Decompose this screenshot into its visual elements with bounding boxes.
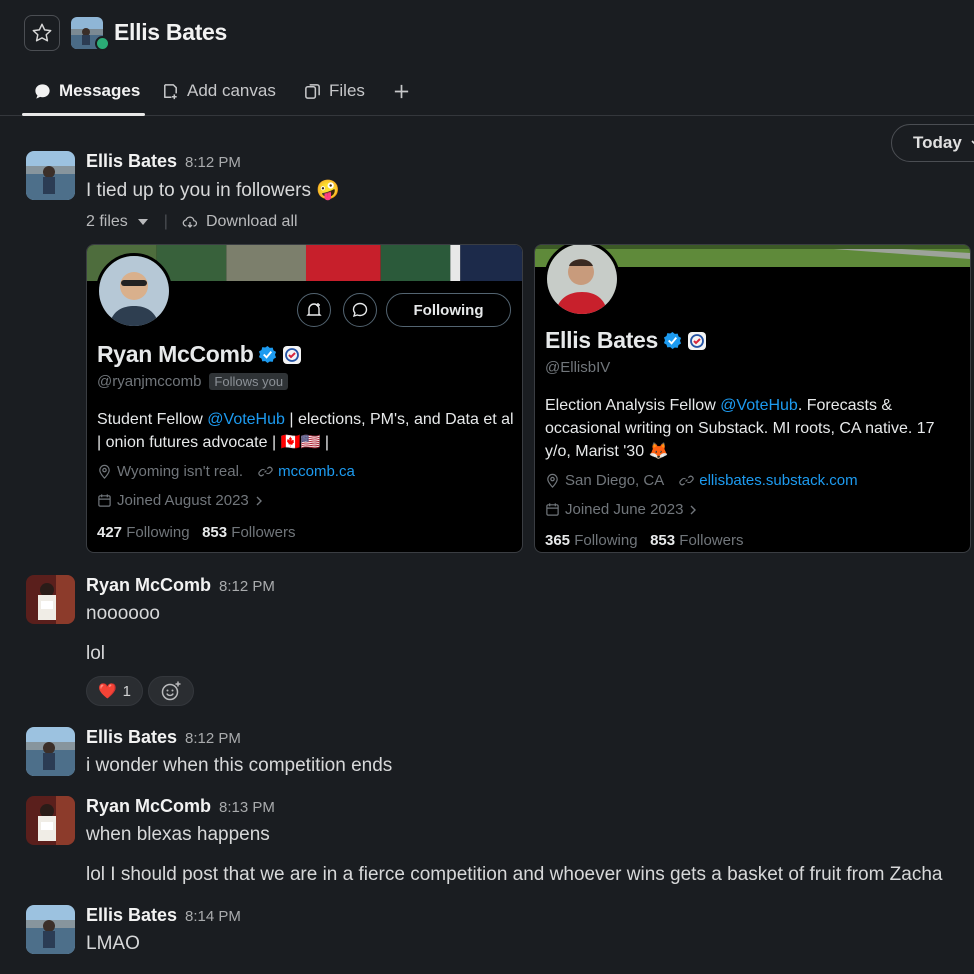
message-sender[interactable]: Ellis Bates 8:12 PM — [86, 727, 241, 748]
profile-location-row: San Diego, CA ellisbates.substack.com — [545, 472, 858, 489]
message-sender[interactable]: Ryan McComb 8:13 PM — [86, 796, 275, 817]
avatar[interactable] — [26, 575, 75, 624]
files-count[interactable]: 2 files — [86, 213, 128, 231]
profile-bio: Election Analysis Fellow @VoteHub. Forec… — [545, 397, 935, 460]
message-time[interactable]: 8:14 PM — [185, 908, 241, 925]
profile-bio: Student Fellow @VoteHub | elections, PM'… — [97, 411, 514, 451]
message-text: noooooo — [86, 603, 160, 624]
message-time[interactable]: 8:12 PM — [219, 578, 275, 595]
attachments-bar: 2 files | Download all — [86, 213, 298, 231]
profile-stats: 427 Following 853 Followers — [97, 524, 296, 541]
profile-screenshot-ellis[interactable]: Ellis Bates @EllisbIV Election Analysis … — [534, 244, 971, 553]
profile-avatar — [96, 253, 172, 329]
link-icon — [258, 466, 273, 477]
star-button[interactable] — [24, 15, 60, 51]
message-bubble-icon — [35, 83, 50, 99]
message-time[interactable]: 8:12 PM — [185, 154, 241, 171]
profile-handle: @ryanjmccomb Follows you — [97, 373, 289, 390]
profile-avatar — [544, 245, 620, 317]
add-tab-button[interactable] — [392, 78, 411, 104]
add-reaction-button[interactable] — [148, 676, 194, 706]
location-pin-icon — [547, 473, 558, 488]
tab-messages[interactable]: Messages — [33, 78, 140, 104]
profile-location-row: Wyoming isn't real. mccomb.ca — [97, 463, 355, 480]
chat-bubble-icon — [352, 302, 368, 318]
follows-you-badge: Follows you — [209, 373, 289, 390]
download-cloud-icon — [182, 216, 197, 228]
profile-joined-row: Joined August 2023 — [97, 492, 264, 509]
profile-website[interactable]: mccomb.ca — [278, 463, 355, 480]
message-text: when blexas happens — [86, 824, 270, 845]
date-divider-button[interactable]: Today — [891, 124, 974, 162]
message-button[interactable] — [343, 293, 377, 327]
profile-screenshot-ryan[interactable]: Following Ryan McComb @ryanjmccomb Follo… — [86, 244, 523, 553]
tab-files[interactable]: Files — [303, 78, 365, 104]
avatar[interactable] — [26, 905, 75, 954]
tab-add-canvas[interactable]: Add canvas — [161, 78, 276, 104]
message-text: LMAO — [86, 933, 140, 954]
profile-name: Ryan McComb — [97, 341, 302, 368]
profile-name: Ellis Bates — [545, 327, 707, 354]
message-sender[interactable]: Ellis Bates 8:12 PM — [86, 151, 241, 172]
files-icon — [305, 83, 320, 99]
subscribe-button[interactable] — [297, 293, 331, 327]
canvas-icon — [164, 83, 177, 99]
avatar[interactable] — [26, 727, 75, 776]
bell-plus-icon — [306, 303, 322, 316]
message-time[interactable]: 8:13 PM — [219, 799, 275, 816]
download-all-link[interactable]: Download all — [206, 213, 298, 231]
presence-indicator — [95, 36, 110, 51]
message-text: i wonder when this competition ends — [86, 755, 393, 776]
date-label: Today — [913, 133, 962, 152]
mention-link[interactable]: @VoteHub — [720, 397, 798, 414]
profile-handle: @EllisbIV — [545, 359, 611, 376]
avatar[interactable] — [26, 796, 75, 845]
reaction-count: 1 — [122, 682, 132, 700]
verified-badge-icon — [663, 331, 682, 350]
calendar-icon — [98, 494, 111, 507]
following-button[interactable]: Following — [386, 293, 511, 327]
add-emoji-icon — [161, 681, 181, 701]
message-text: I tied up to you in followers 🤪 — [86, 180, 340, 201]
affiliate-badge-icon — [688, 331, 707, 350]
heart-emoji: ❤️ — [97, 683, 117, 700]
mention-link[interactable]: @VoteHub — [207, 411, 285, 428]
active-tab-indicator — [22, 113, 145, 116]
message-text: lol I should post that we are in a fierc… — [86, 864, 943, 885]
profile-stats: 365 Following 853 Followers — [545, 532, 744, 549]
plus-icon — [394, 84, 409, 98]
location-pin-icon — [99, 464, 110, 479]
chevron-right-icon — [690, 505, 697, 514]
emoji: 🤪 — [316, 180, 340, 201]
reaction-heart[interactable]: ❤️ 1 — [86, 676, 143, 706]
caret-down-icon[interactable] — [136, 215, 150, 229]
channel-header: Ellis Bates Messages Add canvas Files — [0, 0, 974, 116]
avatar[interactable] — [26, 151, 75, 200]
chevron-right-icon — [256, 496, 262, 505]
calendar-icon — [546, 503, 559, 516]
profile-website[interactable]: ellisbates.substack.com — [699, 472, 857, 489]
chevron-down-icon — [971, 140, 974, 145]
message-time[interactable]: 8:12 PM — [185, 730, 241, 747]
message-text: lol — [86, 643, 106, 664]
star-icon — [32, 23, 52, 42]
channel-title: Ellis Bates — [114, 19, 228, 45]
profile-joined-row: Joined June 2023 — [545, 501, 698, 518]
tab-label: Files — [329, 81, 365, 100]
link-icon — [679, 475, 694, 486]
message-sender[interactable]: Ryan McComb 8:12 PM — [86, 575, 275, 596]
affiliate-badge-icon — [283, 345, 302, 364]
tab-label: Add canvas — [187, 81, 276, 100]
message-sender[interactable]: Ellis Bates 8:14 PM — [86, 905, 241, 926]
verified-badge-icon — [259, 345, 277, 364]
tab-label: Messages — [59, 81, 141, 100]
